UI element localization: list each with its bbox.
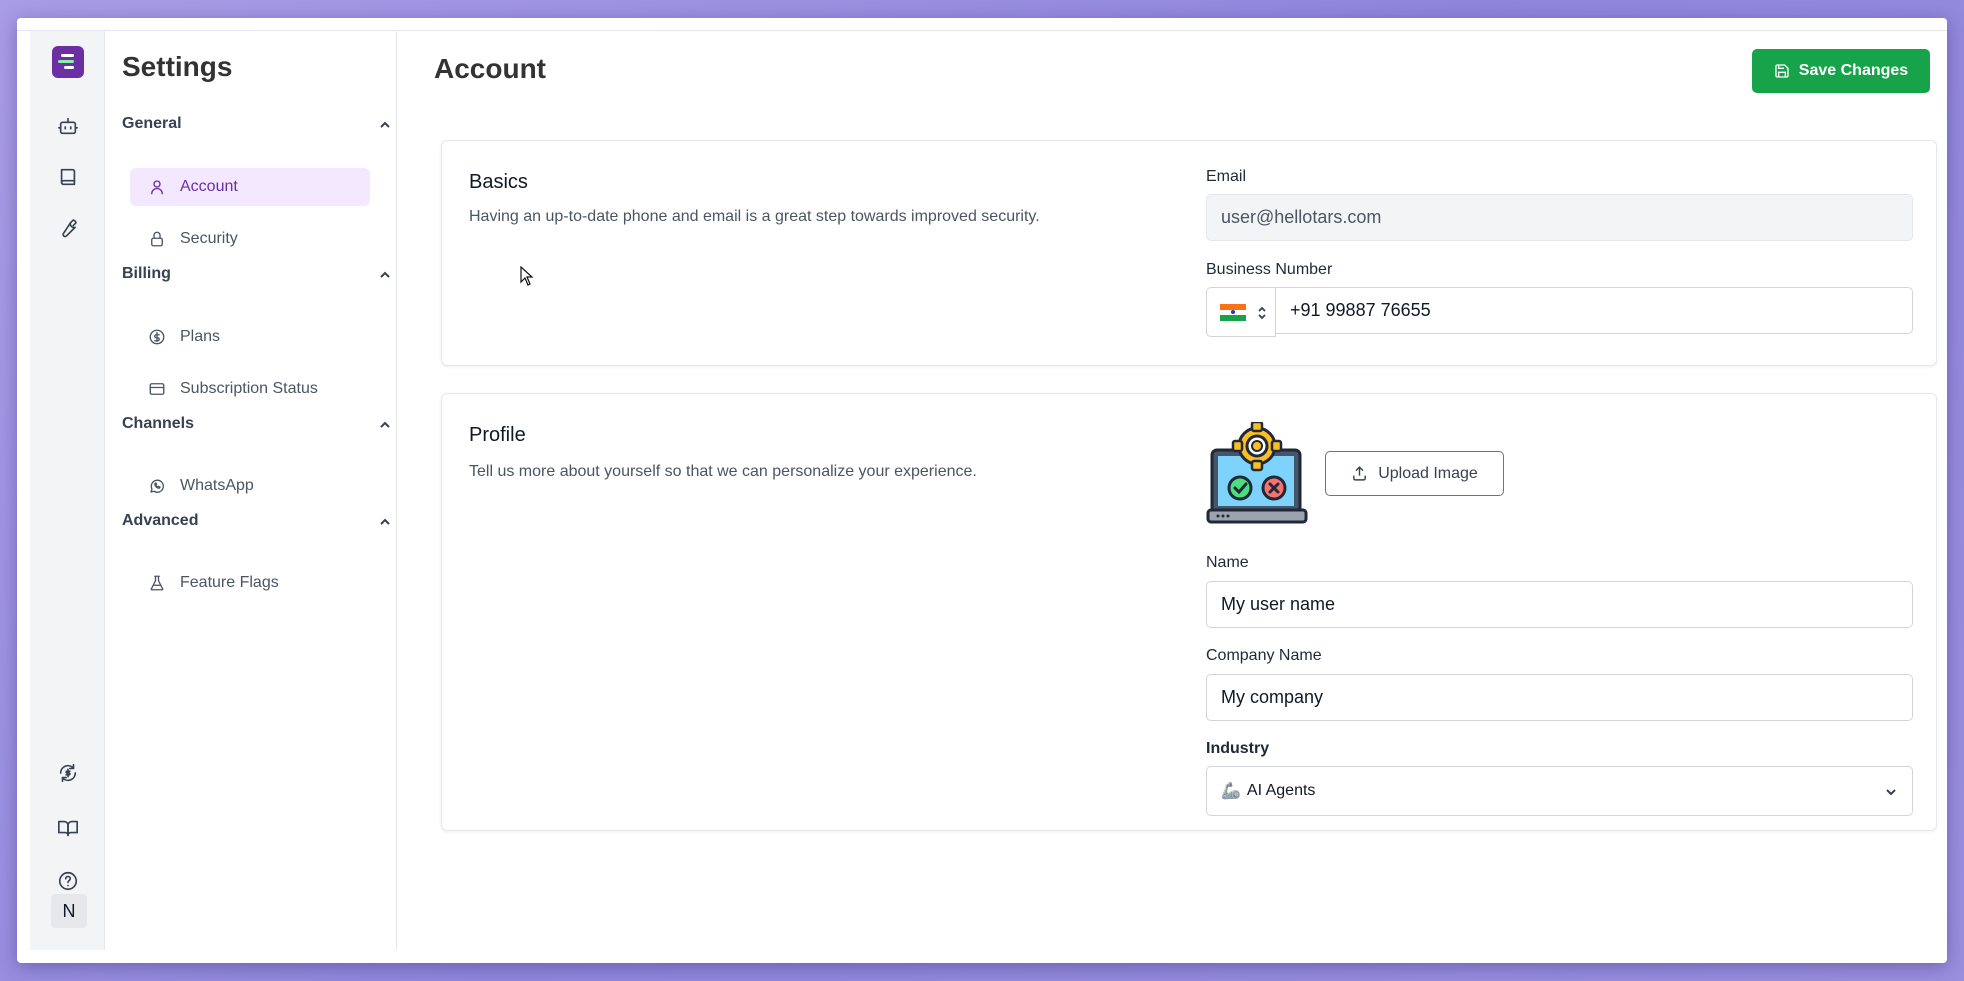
profile-image (1206, 422, 1308, 524)
profile-card: Profile Tell us more about yourself so t… (441, 393, 1937, 831)
sync-dollar-icon[interactable] (54, 759, 82, 787)
basics-title: Basics (469, 171, 528, 193)
india-flag-icon (1220, 304, 1246, 321)
group-billing-title[interactable]: Billing (122, 265, 171, 283)
bot-icon[interactable] (54, 112, 82, 140)
sidebar-item-label: Security (180, 230, 238, 247)
upload-button-label: Upload Image (1378, 464, 1478, 482)
sidebar-item-label: Account (180, 178, 238, 195)
flask-icon (150, 575, 164, 591)
group-channels-title[interactable]: Channels (122, 415, 194, 433)
user-avatar[interactable]: N (51, 894, 87, 928)
basics-card: Basics Having an up-to-date phone and em… (441, 140, 1937, 366)
save-icon (1775, 64, 1789, 78)
company-name-input[interactable]: My company (1206, 674, 1913, 721)
phone-input[interactable]: +91 99887 76655 (1275, 287, 1913, 334)
sidebar-item-plans[interactable]: Plans (130, 318, 370, 356)
save-button-label: Save Changes (1798, 62, 1909, 79)
chevron-up-icon[interactable] (378, 418, 392, 432)
sidebar-item-label: Plans (180, 328, 221, 345)
chevron-up-icon[interactable] (378, 118, 392, 132)
sidebar-title: Settings (122, 51, 233, 82)
whatsapp-icon (150, 479, 164, 493)
user-icon (151, 180, 163, 195)
industry-select[interactable]: 🦾 AI Agents (1206, 766, 1913, 816)
sidebar-item-feature-flags[interactable]: Feature Flags (130, 564, 370, 602)
sidebar-item-whatsapp[interactable]: WhatsApp (130, 467, 370, 505)
help-icon[interactable] (54, 867, 82, 895)
open-book-icon[interactable] (54, 814, 82, 842)
settings-sidebar: Settings General Account Security Billin… (106, 31, 397, 950)
book-icon[interactable] (54, 163, 82, 191)
business-number-field: +91 99887 76655 (1206, 287, 1913, 337)
app-logo[interactable] (52, 46, 84, 78)
chevron-down-icon (1884, 785, 1898, 799)
name-input[interactable]: My user name (1206, 581, 1913, 628)
sidebar-item-security[interactable]: Security (130, 220, 370, 258)
basics-description: Having an up-to-date phone and email is … (469, 208, 1040, 225)
email-label: Email (1206, 168, 1247, 185)
sidebar-item-account[interactable]: Account (130, 168, 370, 206)
credit-card-icon (149, 383, 165, 395)
mouse-cursor-icon (520, 266, 534, 286)
group-advanced-title[interactable]: Advanced (122, 512, 198, 530)
wrench-icon[interactable] (54, 214, 82, 242)
chevron-up-icon[interactable] (378, 268, 392, 282)
industry-emoji: 🦾 (1221, 783, 1241, 800)
upload-image-button[interactable]: Upload Image (1325, 451, 1504, 496)
chevron-up-down-icon (1256, 304, 1268, 322)
business-number-label: Business Number (1206, 261, 1333, 278)
profile-title: Profile (469, 424, 526, 446)
icon-rail: N (30, 31, 105, 950)
chevron-up-icon[interactable] (378, 515, 392, 529)
sidebar-item-subscription-status[interactable]: Subscription Status (130, 370, 370, 408)
group-general-title[interactable]: General (122, 115, 182, 133)
industry-value: AI Agents (1246, 782, 1316, 799)
sidebar-item-label: WhatsApp (180, 477, 254, 494)
app-window: N Settings General Account Security Bill… (17, 18, 1947, 963)
dollar-circle-icon (149, 329, 165, 345)
company-name-label: Company Name (1206, 647, 1322, 664)
profile-description: Tell us more about yourself so that we c… (469, 463, 977, 480)
email-field[interactable]: user@hellotars.com (1206, 194, 1913, 241)
main-content: Account Save Changes Basics Having an up… (398, 31, 1947, 963)
window-top-bar (17, 18, 1947, 31)
save-changes-button[interactable]: Save Changes (1752, 49, 1930, 93)
country-code-select[interactable] (1206, 287, 1276, 337)
sidebar-item-label: Subscription Status (180, 380, 318, 397)
industry-label: Industry (1206, 740, 1270, 757)
lock-icon (151, 231, 163, 247)
page-title: Account (434, 53, 546, 84)
name-label: Name (1206, 554, 1249, 571)
upload-icon (1353, 466, 1367, 481)
sidebar-item-label: Feature Flags (180, 574, 279, 591)
